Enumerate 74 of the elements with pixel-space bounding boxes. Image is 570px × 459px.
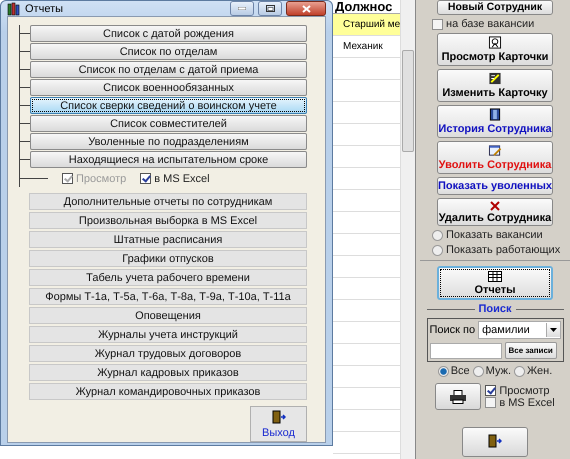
checkbox-label: в MS Excel bbox=[154, 172, 210, 184]
checkbox[interactable] bbox=[432, 18, 443, 30]
group-title: Поиск bbox=[478, 303, 512, 315]
report-button[interactable]: Журнал трудовых договоров bbox=[29, 345, 307, 362]
new-employee-button[interactable]: Новый Сотрудник bbox=[437, 0, 553, 15]
report-button[interactable]: Список по отделам bbox=[30, 43, 307, 60]
door-icon bbox=[272, 410, 286, 424]
table-cell: Старший ме bbox=[333, 14, 400, 36]
report-button[interactable]: Список по отделам с датой приема bbox=[30, 61, 307, 78]
book-icon bbox=[488, 108, 502, 121]
radio-label: Показать работающих bbox=[446, 244, 560, 256]
exit-button[interactable]: Выход bbox=[250, 406, 307, 442]
checkbox[interactable] bbox=[485, 385, 496, 396]
radio-button[interactable] bbox=[438, 366, 449, 376]
checkbox-label: на базе вакансии bbox=[446, 18, 534, 30]
checkbox-label: в MS Excel bbox=[499, 396, 555, 408]
report-button[interactable]: Графики отпусков bbox=[29, 250, 307, 267]
report-button[interactable]: Находящиеся на испытательном сроке bbox=[30, 151, 307, 168]
action-button[interactable]: Удалить Сотрудника bbox=[437, 198, 553, 226]
all-records-button[interactable]: Все записи bbox=[504, 342, 557, 359]
edit-icon bbox=[488, 72, 502, 85]
books-icon bbox=[7, 2, 21, 16]
report-button[interactable]: Список с датой рождения bbox=[30, 25, 307, 42]
radio-button[interactable] bbox=[514, 366, 525, 376]
radio-label: Жен. bbox=[527, 365, 552, 377]
action-button[interactable]: Показать уволенных bbox=[437, 177, 553, 195]
radio-button[interactable] bbox=[432, 244, 443, 256]
printer-icon bbox=[449, 390, 468, 404]
action-button[interactable]: История Сотрудника bbox=[437, 105, 553, 138]
report-button[interactable]: Оповещения bbox=[29, 307, 307, 324]
exit-button[interactable] bbox=[462, 427, 528, 457]
checkbox[interactable] bbox=[140, 173, 152, 184]
action-button[interactable]: Уволить Сотрудника bbox=[437, 141, 553, 174]
report-button[interactable]: Дополнительные отчеты по сотрудникам bbox=[29, 193, 307, 210]
maximize-button[interactable] bbox=[258, 1, 282, 16]
delete-icon bbox=[489, 200, 501, 212]
close-icon bbox=[302, 4, 310, 12]
report-button[interactable]: Произвольная выборка в MS Excel bbox=[29, 212, 307, 229]
search-by-dropdown[interactable]: фамилии bbox=[478, 321, 560, 339]
notepad-icon bbox=[488, 144, 502, 157]
checkbox-label: Просмотр bbox=[76, 172, 126, 184]
radio-button[interactable] bbox=[432, 230, 443, 240]
action-button[interactable]: Просмотр Карточки bbox=[437, 33, 553, 66]
radio-label: Муж. bbox=[486, 365, 511, 377]
door-icon bbox=[488, 434, 502, 448]
table-icon bbox=[488, 270, 502, 282]
report-button[interactable]: Журнал командировочных приказов bbox=[29, 383, 307, 400]
report-button[interactable]: Список военнообязанных bbox=[30, 79, 307, 96]
report-button[interactable]: Список сверки сведений о воинском учете bbox=[30, 97, 307, 114]
report-button[interactable]: Уволенные по подразделениям bbox=[30, 133, 307, 150]
report-button[interactable]: Журнал кадровых приказов bbox=[29, 364, 307, 381]
checkbox[interactable] bbox=[485, 397, 496, 408]
checkbox-label: Просмотр bbox=[499, 384, 550, 396]
window-title: Отчеты bbox=[25, 2, 64, 14]
report-button[interactable]: Список совместителей bbox=[30, 115, 307, 132]
caret-icon bbox=[550, 328, 556, 332]
radio-label: Показать вакансии bbox=[446, 229, 543, 241]
minimize-button[interactable] bbox=[230, 1, 254, 16]
card-icon bbox=[488, 36, 502, 49]
action-button[interactable]: Изменить Карточку bbox=[437, 69, 553, 102]
scrollbar[interactable] bbox=[400, 0, 415, 459]
print-button[interactable] bbox=[435, 383, 482, 410]
reports-button[interactable]: Отчеты bbox=[437, 266, 553, 300]
report-button[interactable]: Журналы учета инструкций bbox=[29, 326, 307, 343]
maximize-icon bbox=[266, 5, 274, 12]
report-button[interactable]: Табель учета рабочего времени bbox=[29, 269, 307, 286]
radio-button[interactable] bbox=[472, 366, 484, 376]
report-button[interactable]: Формы Т-1а, Т-5а, Т-6а, Т-8а, Т-9а, Т-10а, Т-11а bbox=[29, 288, 307, 305]
report-button[interactable]: Штатные расписания bbox=[29, 231, 307, 248]
minimize-icon bbox=[238, 7, 246, 10]
radio-label: Все bbox=[450, 365, 470, 377]
search-field[interactable] bbox=[430, 342, 502, 358]
close-button[interactable] bbox=[286, 1, 326, 16]
search-label: Поиск по bbox=[430, 324, 476, 336]
